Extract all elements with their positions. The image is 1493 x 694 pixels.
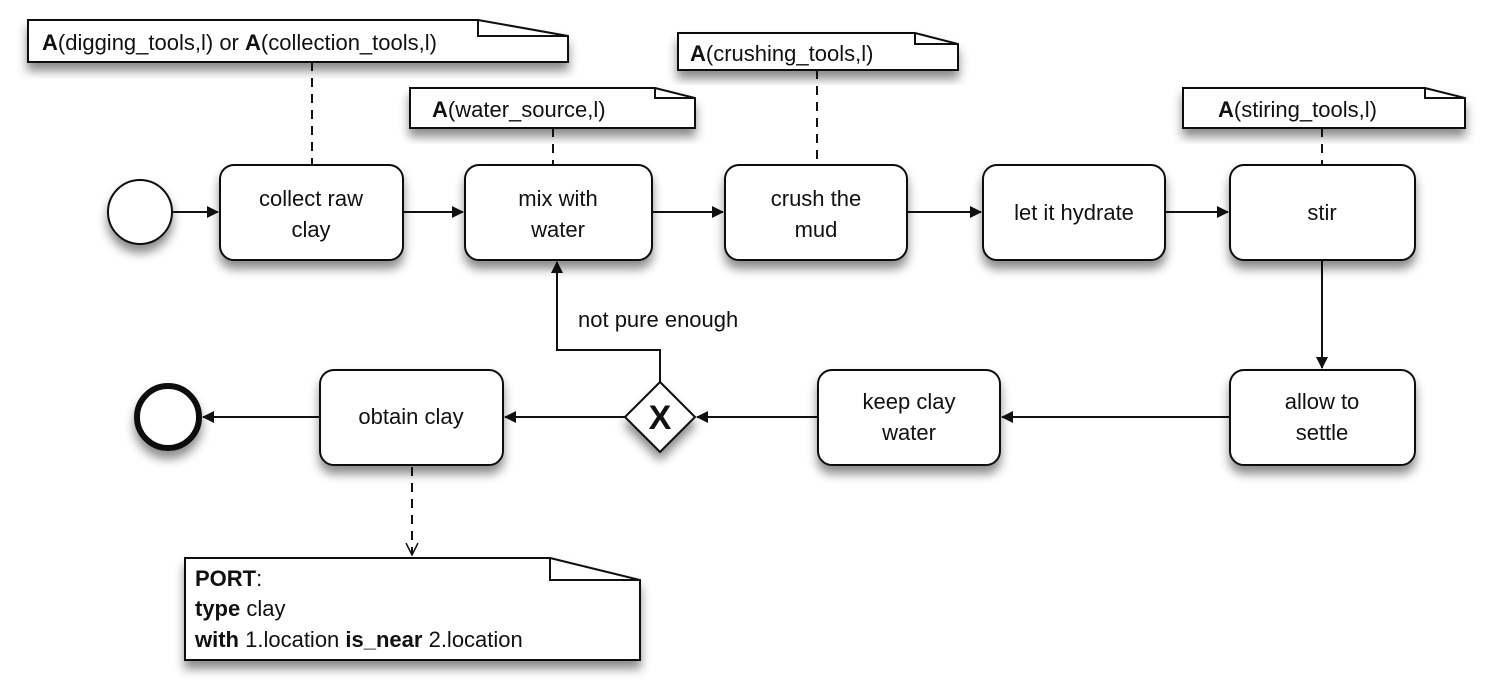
- svg-text:stir: stir: [1307, 200, 1336, 225]
- annotation-crush: A(crushing_tools,l): [677, 32, 959, 71]
- task-crush-the-mud[interactable]: crush the mud: [724, 164, 908, 261]
- svg-text:mix with: mix with: [518, 186, 597, 211]
- task-allow-to-settle[interactable]: allow to settle: [1229, 369, 1416, 466]
- svg-text:A(stiring_tools,l): A(stiring_tools,l): [1218, 97, 1377, 122]
- svg-text:water: water: [881, 420, 936, 445]
- svg-text:A(crushing_tools,l): A(crushing_tools,l): [690, 41, 873, 66]
- task-let-it-hydrate[interactable]: let it hydrate: [982, 164, 1166, 261]
- loop-condition-label: not pure enough: [578, 307, 738, 332]
- svg-text:obtain clay: obtain clay: [358, 404, 463, 429]
- svg-text:collect raw: collect raw: [259, 186, 363, 211]
- task-keep-clay-water[interactable]: keep clay water: [817, 369, 1001, 466]
- exclusive-gateway[interactable]: X: [623, 380, 697, 454]
- port-note: PORT: type clay with 1.location is_near …: [184, 557, 641, 661]
- svg-text:mud: mud: [795, 217, 838, 242]
- task-collect-raw-clay[interactable]: collect raw clay: [219, 164, 404, 261]
- svg-text:allow to: allow to: [1285, 389, 1360, 414]
- svg-text:A(water_source,l): A(water_source,l): [432, 97, 606, 122]
- end-event[interactable]: [134, 383, 202, 451]
- annotation-mix: A(water_source,l): [409, 87, 696, 129]
- svg-text:PORT:: PORT:: [195, 566, 262, 591]
- svg-text:A(digging_tools,l) or A(collec: A(digging_tools,l) or A(collection_tools…: [42, 30, 437, 55]
- svg-text:with 1.location is_near 2.loca: with 1.location is_near 2.location: [194, 627, 523, 652]
- svg-text:keep clay: keep clay: [863, 389, 956, 414]
- svg-text:clay: clay: [291, 217, 330, 242]
- task-mix-with-water[interactable]: mix with water: [464, 164, 653, 261]
- task-obtain-clay[interactable]: obtain clay: [319, 369, 504, 466]
- svg-text:let it hydrate: let it hydrate: [1014, 200, 1134, 225]
- process-diagram: A(digging_tools,l) or A(collection_tools…: [27, 19, 1466, 661]
- gateway-x-icon: X: [649, 399, 672, 437]
- start-event[interactable]: [107, 179, 173, 245]
- task-stir[interactable]: stir: [1229, 164, 1416, 261]
- svg-text:crush the: crush the: [771, 186, 862, 211]
- annotation-collect: A(digging_tools,l) or A(collection_tools…: [27, 19, 569, 63]
- svg-text:water: water: [530, 217, 585, 242]
- svg-text:settle: settle: [1296, 420, 1349, 445]
- svg-text:type clay: type clay: [195, 596, 286, 621]
- annotation-stir: A(stiring_tools,l): [1182, 87, 1466, 129]
